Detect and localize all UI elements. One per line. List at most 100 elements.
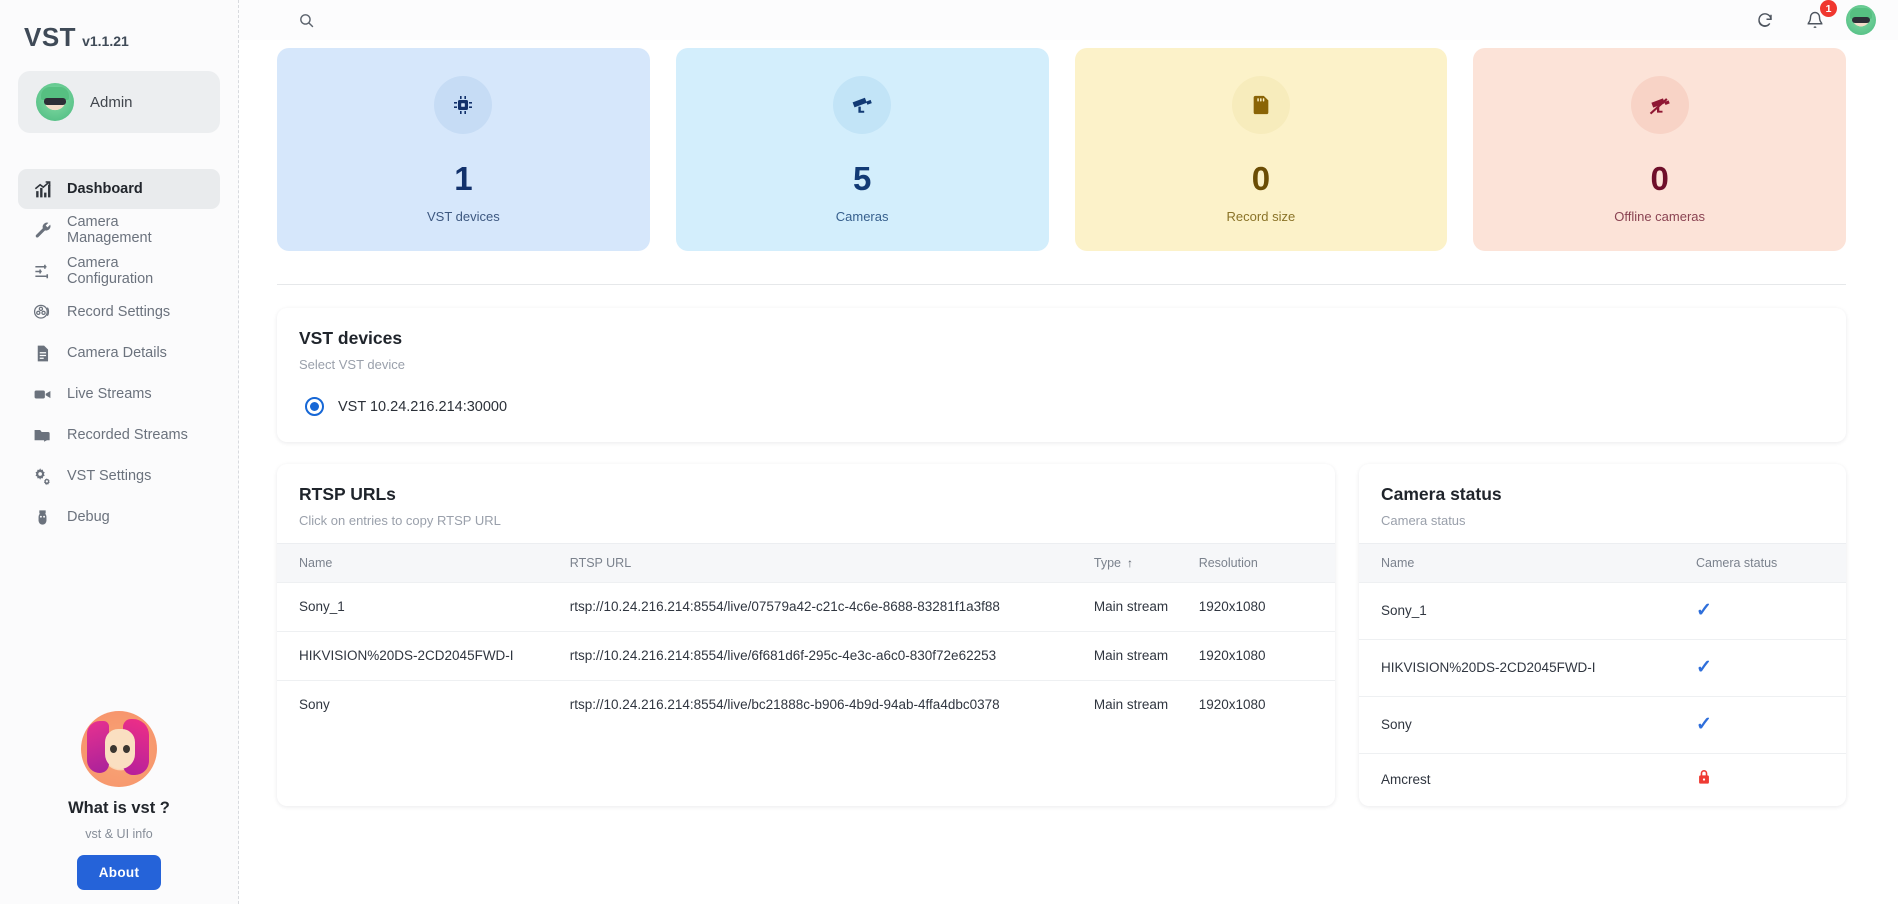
tables-row: RTSP URLs Click on entries to copy RTSP … [277,464,1846,807]
column-header-resolution[interactable]: Resolution [1188,543,1335,583]
promo-subtitle: vst & UI info [85,827,153,841]
camera-status-table-head: Name Camera status [1359,543,1846,583]
woman-pink-hair-avatar-icon [81,711,157,787]
sidebar-item-debug[interactable]: Debug [18,497,220,537]
sidebar-item-record-settings[interactable]: Record Settings [18,292,220,332]
sidebar-item-label: Camera Management [67,214,152,246]
document-icon [32,343,52,363]
cell-resolution: 1920x1080 [1188,630,1335,681]
sidebar-nav: Dashboard Camera Management Camera Confi… [18,169,220,537]
vst-devices-panel: VST devices Select VST device VST 10.24.… [277,308,1846,442]
table-row[interactable]: Sony ✓ [1359,696,1846,754]
column-header-rtsp-url[interactable]: RTSP URL [559,543,1084,583]
rtsp-header: RTSP URLs Click on entries to copy RTSP … [277,464,1335,543]
wrench-icon [32,220,52,240]
stat-cards: 1 VST devices 5 Cameras 0 Record size 0 … [277,48,1846,251]
stat-value: 0 [1251,159,1271,197]
avatar[interactable] [1846,5,1876,35]
cell-resolution: 1920x1080 [1188,679,1335,729]
check-icon: ✓ [1696,657,1712,679]
user-avatar-green-icon [36,83,74,121]
stat-card-offline-cameras[interactable]: 0 Offline cameras [1473,48,1846,251]
content: 1 VST devices 5 Cameras 0 Record size 0 … [239,40,1898,904]
column-header-name[interactable]: Name [277,543,560,583]
video-camera-icon [32,384,52,404]
table-row[interactable]: HIKVISION%20DS-2CD2045FWD-I rtsp://10.24… [277,630,1335,681]
stat-label: VST devices [427,208,500,224]
panel-subtitle: Select VST device [299,357,405,372]
stat-label: Offline cameras [1614,208,1706,224]
sidebar-item-label: VST Settings [67,468,152,484]
folder-play-icon [32,425,52,445]
camera-status-panel: Camera status Camera status Name Camera … [1359,464,1846,807]
rtsp-table-head: Name RTSP URL Type ↑ Resolution [277,543,1335,583]
panel-title: RTSP URLs [299,484,396,504]
search-icon[interactable] [291,5,321,35]
about-promo: What is vst ? vst & UI info About [0,711,238,890]
sidebar-item-recorded-streams[interactable]: Recorded Streams [18,415,220,455]
sidebar-item-label: Live Streams [67,386,152,402]
refresh-icon[interactable] [1750,5,1780,35]
radio-selected-icon[interactable] [305,397,324,416]
main-area: 1 1 VST devices 5 Cameras 0 Record size … [239,0,1898,904]
cell-type: Main stream [1083,582,1189,632]
brand-version: v1.1.21 [82,33,129,49]
cell-status: ✓ [1686,581,1846,640]
bug-icon [32,507,52,527]
sidebar-item-label: Record Settings [67,304,171,320]
brand: VST v1.1.21 [18,0,220,53]
panel-subtitle: Camera status [1381,513,1466,528]
column-header-camera-status[interactable]: Camera status [1686,543,1846,583]
lock-icon [1696,768,1712,792]
camera-off-icon [1630,75,1689,134]
notifications-button[interactable]: 1 [1800,0,1837,35]
table-row[interactable]: Amcrest [1359,753,1846,807]
column-header-type[interactable]: Type ↑ [1083,543,1189,583]
column-header-type-label: Type [1093,556,1121,570]
chart-bars-icon [32,179,52,199]
rtsp-urls-panel: RTSP URLs Click on entries to copy RTSP … [277,464,1335,807]
app-root: VST v1.1.21 Admin Dashboard Camera Manag… [0,0,1898,904]
vst-device-label: VST 10.24.216.214:30000 [338,398,508,415]
notification-badge: 1 [1820,0,1837,17]
sliders-icon [32,261,52,281]
sidebar-item-dashboard[interactable]: Dashboard [18,169,220,209]
sidebar-item-vst-settings[interactable]: VST Settings [18,456,220,496]
vst-device-option[interactable]: VST 10.24.216.214:30000 [277,387,1846,416]
cell-rtsp-url: rtsp://10.24.216.214:8554/live/bc21888c-… [559,679,1084,729]
sidebar-item-camera-details[interactable]: Camera Details [18,333,220,373]
film-reel-icon [32,302,52,322]
sidebar-item-live-streams[interactable]: Live Streams [18,374,220,414]
table-row[interactable]: HIKVISION%20DS-2CD2045FWD-I ✓ [1359,639,1846,697]
about-button[interactable]: About [76,855,162,890]
cell-name: Amcrest [1359,753,1686,807]
cell-name: Sony [277,679,560,729]
table-row[interactable]: Sony_1 rtsp://10.24.216.214:8554/live/07… [277,582,1335,632]
table-row[interactable]: Sony_1 ✓ [1359,581,1846,640]
panel-title: VST devices [299,328,403,348]
stat-card-vst-devices[interactable]: 1 VST devices [277,48,650,251]
cell-type: Main stream [1083,630,1189,681]
sidebar-user-box[interactable]: Admin [18,71,220,133]
stat-value: 5 [852,159,872,197]
rtsp-table: Name RTSP URL Type ↑ Resolution Sony_1 r… [277,543,1335,729]
sidebar-item-label: Camera Details [67,345,167,361]
sidebar-item-camera-management[interactable]: Camera Management [18,210,220,250]
cell-status: ✓ [1686,696,1846,754]
sidebar: VST v1.1.21 Admin Dashboard Camera Manag… [0,0,239,904]
sidebar-item-camera-configuration[interactable]: Camera Configuration [18,251,220,291]
check-icon: ✓ [1696,714,1712,736]
cell-resolution: 1920x1080 [1188,582,1335,632]
stat-card-record-size[interactable]: 0 Record size [1074,48,1448,251]
column-header-name[interactable]: Name [1359,543,1686,583]
sidebar-item-label: Recorded Streams [67,427,188,443]
sidebar-item-label: Dashboard [67,181,143,197]
table-row[interactable]: Sony rtsp://10.24.216.214:8554/live/bc21… [277,679,1335,729]
stat-value: 0 [1650,159,1669,197]
stat-value: 1 [454,159,473,197]
cell-name: Sony_1 [1359,581,1686,640]
cell-rtsp-url: rtsp://10.24.216.214:8554/live/6f681d6f-… [559,630,1084,681]
stat-card-cameras[interactable]: 5 Cameras [675,48,1049,251]
cell-status [1686,753,1846,807]
stat-label: Record size [1226,208,1296,224]
